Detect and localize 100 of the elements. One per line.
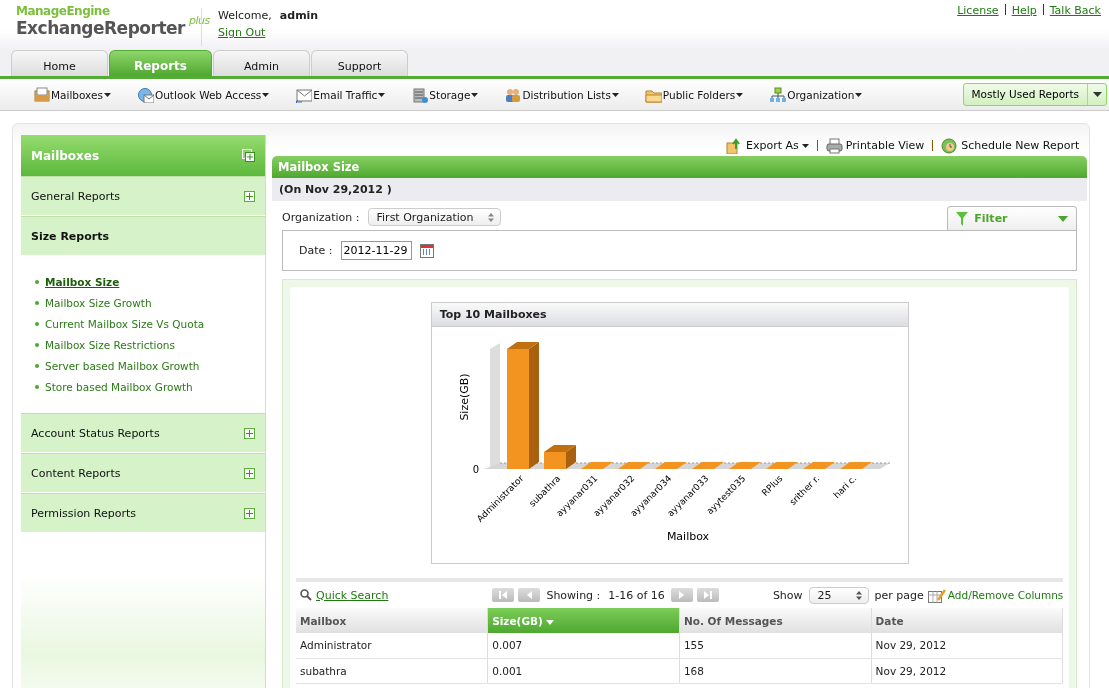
add-remove-columns-link[interactable]: Add/Remove Columns [927, 587, 1064, 603]
bullet-icon [35, 322, 39, 326]
bullet-icon [35, 385, 39, 389]
sidebar-group[interactable]: Account Status Reports [21, 413, 265, 453]
table-cell: 0.001 [487, 658, 680, 683]
expand-icon[interactable] [244, 467, 255, 479]
action-link[interactable]: Export As [726, 137, 809, 154]
column-header[interactable]: Date [871, 608, 1063, 633]
field-label: Organization : [282, 211, 360, 226]
organization-select[interactable]: First Organization [367, 208, 501, 226]
header-link[interactable]: License [957, 4, 999, 17]
last-page-icon [703, 591, 713, 599]
bullet-icon [35, 343, 39, 347]
nav-tab[interactable]: Home [11, 50, 108, 76]
report-link[interactable]: Store based Mailbox Growth [45, 381, 193, 393]
table-cell: subathra [296, 658, 488, 683]
nav-tab[interactable]: Admin [213, 50, 310, 76]
bullet-icon [35, 280, 39, 284]
caret-icon [736, 92, 744, 97]
column-header[interactable]: Mailbox [296, 608, 488, 633]
page-size-select[interactable]: 25 [808, 586, 869, 604]
report-link[interactable]: Server based Mailbox Growth [45, 360, 200, 372]
bar [765, 462, 798, 469]
show-label: Show [772, 588, 803, 602]
nav-tab[interactable]: Support [311, 50, 408, 76]
stepper-icon [487, 212, 494, 222]
sidebar-group[interactable]: General Reports [21, 176, 265, 216]
action-link[interactable]: Printable View [825, 137, 925, 154]
first-page-icon [498, 591, 508, 599]
column-header[interactable]: No. Of Messages [679, 608, 872, 633]
product-name: ExchangeReporter [16, 18, 185, 38]
expand-icon[interactable] [244, 190, 255, 202]
axis-title: Size(GB) [457, 373, 471, 421]
menu-item[interactable]: Mailboxes [33, 86, 111, 103]
expand-all-icon [242, 149, 255, 162]
bar [728, 462, 761, 469]
caret-icon [471, 92, 479, 97]
tray-icon [33, 86, 50, 103]
group-label: Size Reports [31, 229, 109, 243]
action-link[interactable]: Schedule New Report [941, 137, 1080, 154]
tick-label: 0 [472, 464, 479, 475]
group-label: Permission Reports [31, 506, 137, 520]
caret-icon [262, 92, 270, 97]
caret-icon [103, 92, 111, 97]
server-icon [411, 86, 429, 103]
user-name: admin [279, 9, 319, 22]
menu-item[interactable]: Distribution Lists [504, 86, 619, 103]
welcome-text: Welcome, [218, 9, 272, 22]
brand-name: ManageEngine [16, 4, 111, 18]
chart-title: Top 10 Mailboxes [431, 303, 908, 327]
hierarchy-icon [769, 86, 787, 103]
quick-search-link[interactable]: Quick Search [316, 588, 389, 602]
table-cell: 155 [679, 633, 872, 658]
table-cell: Nov 29, 2012 [871, 658, 1063, 683]
funnel-icon [956, 211, 969, 226]
globe-envelope-icon [136, 86, 154, 103]
report-date: (On Nov 29,2012 ) [272, 178, 1088, 201]
product-edition: plus [188, 14, 210, 27]
sign-out-link[interactable]: Sign Out [218, 26, 266, 39]
sidebar-group[interactable]: Content Reports [21, 453, 265, 493]
axis-title: Mailbox [666, 530, 709, 543]
caret-icon [1092, 92, 1102, 97]
envelope-icon [295, 86, 313, 103]
report-link[interactable]: Mailbox Size Restrictions [45, 339, 175, 351]
bar [617, 462, 650, 469]
sidebar-group[interactable]: Permission Reports [21, 493, 265, 533]
menu-item[interactable]: Storage [411, 86, 479, 103]
stepper-icon [855, 590, 862, 600]
report-link[interactable]: Current Mailbox Size Vs Quota [45, 318, 205, 330]
menu-item[interactable]: Email Traffic [295, 86, 386, 103]
table-cell: 0.007 [487, 633, 680, 658]
expand-icon[interactable] [244, 507, 255, 519]
report-link[interactable]: Mailbox Size [45, 276, 120, 288]
menu-item[interactable]: Organization [769, 86, 863, 103]
sidebar-title: Mailboxes [31, 148, 100, 163]
field-label: Date : [299, 244, 333, 257]
bar [580, 462, 613, 469]
menu-item[interactable]: Outlook Web Access [136, 86, 270, 103]
menu-item[interactable]: Public Folders [644, 86, 744, 103]
bar [654, 462, 687, 469]
group-label: Account Status Reports [31, 426, 160, 440]
header-link[interactable]: Help [1011, 4, 1037, 17]
printer-icon [825, 137, 843, 154]
mostly-used-reports-button[interactable]: Mostly Used Reports [962, 83, 1107, 106]
sidebar-group[interactable]: Size Reports [21, 216, 265, 256]
header-link[interactable]: Talk Back [1049, 4, 1101, 17]
report-title: Mailbox Size [272, 156, 1088, 178]
expand-icon[interactable] [244, 427, 255, 439]
report-link[interactable]: Mailbox Size Growth [45, 297, 152, 309]
date-field[interactable]: 2012-11-29 [340, 241, 412, 260]
bar [543, 445, 576, 469]
group-label: General Reports [31, 189, 121, 203]
sort-icon [546, 619, 555, 625]
group-label: Content Reports [31, 466, 121, 480]
table-cell: Nov 29, 2012 [871, 633, 1063, 658]
per-page-label: per page [874, 588, 924, 602]
caret-icon [611, 92, 619, 97]
clock-icon [941, 137, 959, 154]
pager-label: Showing : [546, 588, 601, 602]
bullet-icon [35, 364, 39, 368]
